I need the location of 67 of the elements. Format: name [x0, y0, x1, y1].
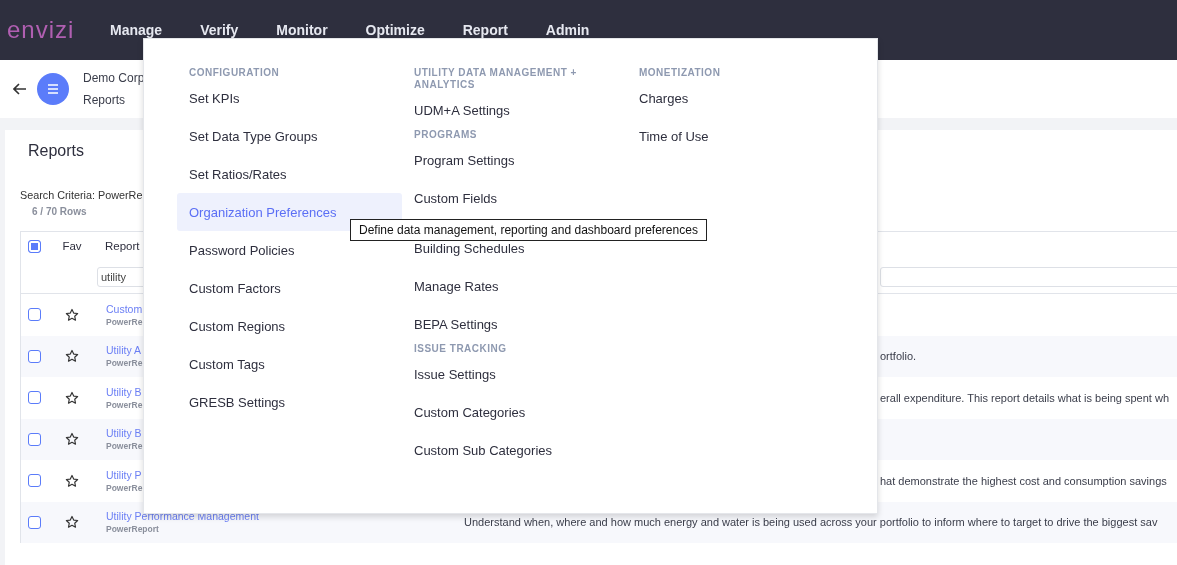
menu-item[interactable]: Custom Regions [177, 307, 298, 345]
back-arrow-icon[interactable] [13, 83, 27, 95]
nav-link[interactable]: Optimize [363, 22, 427, 38]
report-link[interactable]: Utility B [106, 385, 142, 398]
nav-link[interactable]: Manage [108, 22, 165, 38]
star-icon[interactable] [65, 307, 79, 322]
report-description: hat demonstrate the highest cost and consumption savings [880, 474, 1167, 487]
menu-item[interactable]: Set KPIs [177, 79, 252, 117]
menu-item[interactable]: Time of Use [627, 117, 721, 155]
report-type: PowerRe [106, 441, 143, 452]
menu-item[interactable]: Set Ratios/Rates [177, 155, 299, 193]
star-icon[interactable] [65, 349, 79, 364]
search-criteria: Search Criteria: PowerRe [20, 189, 143, 201]
checkbox[interactable] [27, 308, 41, 322]
menu-section-heading: UTILITY DATA MANAGEMENT + ANALYTICS [413, 67, 578, 91]
row-count: 6 / 70 Rows [32, 206, 87, 217]
checkbox[interactable] [27, 349, 41, 363]
tooltip: Define data management, reporting and dashboard preferences [350, 219, 707, 241]
card-title: Reports [28, 141, 85, 161]
nav-link[interactable]: Verify [198, 22, 241, 38]
report-type: PowerRe [106, 358, 143, 369]
menu-section-heading: ISSUE TRACKING [413, 343, 508, 355]
report-link[interactable]: Custom [106, 302, 143, 315]
checkbox[interactable] [27, 240, 41, 253]
menu-item[interactable]: Program Settings [402, 141, 527, 179]
star-icon[interactable] [65, 432, 79, 447]
column-header[interactable]: Report [105, 240, 140, 252]
nav-link[interactable]: Report [460, 22, 510, 38]
report-link[interactable]: Utility B [106, 427, 142, 440]
checkbox[interactable] [27, 474, 41, 488]
menu-item[interactable]: Charges [627, 79, 701, 117]
menu-section-heading: CONFIGURATION [188, 67, 281, 79]
menu-item[interactable]: Manage Rates [402, 267, 511, 305]
star-icon[interactable] [65, 390, 79, 405]
report-description: ortfolio. [880, 350, 917, 363]
star-icon[interactable] [65, 473, 79, 488]
report-link[interactable]: Utility P [106, 468, 142, 481]
checkbox[interactable] [27, 515, 41, 529]
menu-section-heading: PROGRAMS [413, 129, 478, 141]
menu-item[interactable]: GRESB Settings [177, 383, 298, 421]
report-description: erall expenditure. This report details what is being spent wh [880, 391, 1169, 404]
page-name: Reports [83, 93, 127, 107]
column-header[interactable]: Fav [62, 240, 82, 252]
menu-item[interactable]: Custom Categories [402, 393, 538, 431]
menu-item[interactable]: UDM+A Settings [402, 91, 522, 129]
filter-field[interactable] [880, 267, 1177, 287]
menu-item[interactable]: Custom Sub Categories [402, 431, 564, 469]
menu-item[interactable]: Set Data Type Groups [177, 117, 330, 155]
menu-item[interactable]: Custom Factors [177, 269, 293, 307]
report-type: PowerRe [106, 482, 143, 493]
menu-item[interactable]: BEPA Settings [402, 305, 510, 343]
menu-item[interactable]: Custom Fields [402, 179, 510, 217]
menu-item[interactable]: Password Policies [177, 231, 307, 269]
nav-link[interactable]: Monitor [274, 22, 330, 38]
report-description: Understand when, where and how much energy and water is being used across your portfolio to inform where to target to drive the biggest sav [464, 516, 1158, 529]
menu-item[interactable]: Custom Tags [177, 345, 277, 383]
report-link[interactable]: Utility A [106, 344, 141, 357]
star-icon[interactable] [65, 515, 79, 530]
report-type: PowerRe [106, 399, 143, 410]
checkbox[interactable] [27, 391, 41, 405]
nav-link[interactable]: Admin [543, 22, 592, 38]
menu-icon[interactable] [37, 73, 69, 105]
checkbox[interactable] [27, 432, 41, 446]
menu-item[interactable]: Issue Settings [402, 355, 508, 393]
menu-section-heading: MONETIZATION [638, 67, 722, 79]
report-type: PowerRe [106, 316, 143, 327]
report-type: PowerReport [106, 524, 159, 535]
